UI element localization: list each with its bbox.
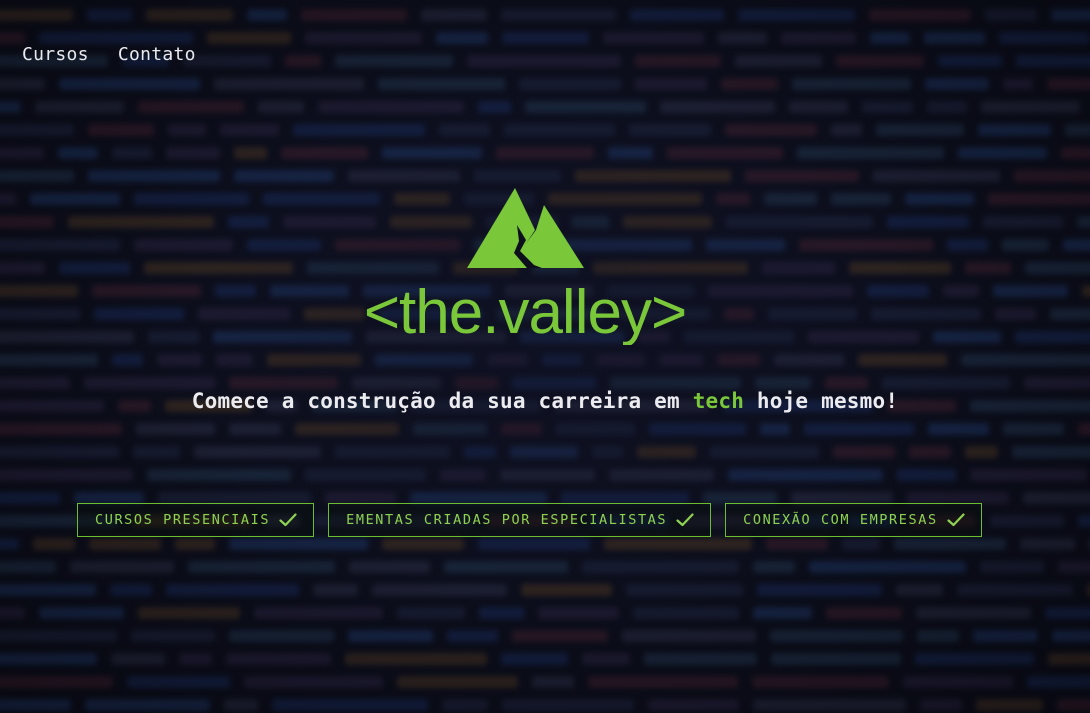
feature-label: EMENTAS CRIADAS POR ESPECIALISTAS xyxy=(346,512,668,528)
headline-text-end: hoje mesmo! xyxy=(744,389,899,413)
feature-label: CONEXÃO COM EMPRESAS xyxy=(743,512,938,528)
nav-link-contato[interactable]: Contato xyxy=(118,44,196,65)
headline-text-start: Comece a construção da sua carreira em xyxy=(191,389,693,413)
headline-accent-tech: tech xyxy=(692,389,745,413)
mountain-icon xyxy=(467,188,584,268)
nav-link-cursos[interactable]: Cursos xyxy=(22,44,89,65)
feature-label: CURSOS PRESENCIAIS xyxy=(95,512,271,528)
feature-ementas-especialistas[interactable]: EMENTAS CRIADAS POR ESPECIALISTAS xyxy=(328,503,712,537)
feature-cursos-presenciais[interactable]: CURSOS PRESENCIAIS xyxy=(77,503,315,537)
hero-headline: Comece a construção da sua carreira em t… xyxy=(0,389,1090,413)
check-icon xyxy=(676,513,694,527)
top-navigation: Cursos Contato xyxy=(22,44,196,65)
check-icon xyxy=(279,513,297,527)
background-overlay xyxy=(0,0,1090,713)
check-icon xyxy=(947,513,965,527)
feature-conexao-empresas[interactable]: CONEXÃO COM EMPRESAS xyxy=(725,503,982,537)
logo-wordmark: <the.valley> xyxy=(364,278,686,345)
feature-badges: CURSOS PRESENCIAIS EMENTAS CRIADAS POR E… xyxy=(77,503,982,537)
the-valley-logo: <the.valley> xyxy=(320,185,730,345)
